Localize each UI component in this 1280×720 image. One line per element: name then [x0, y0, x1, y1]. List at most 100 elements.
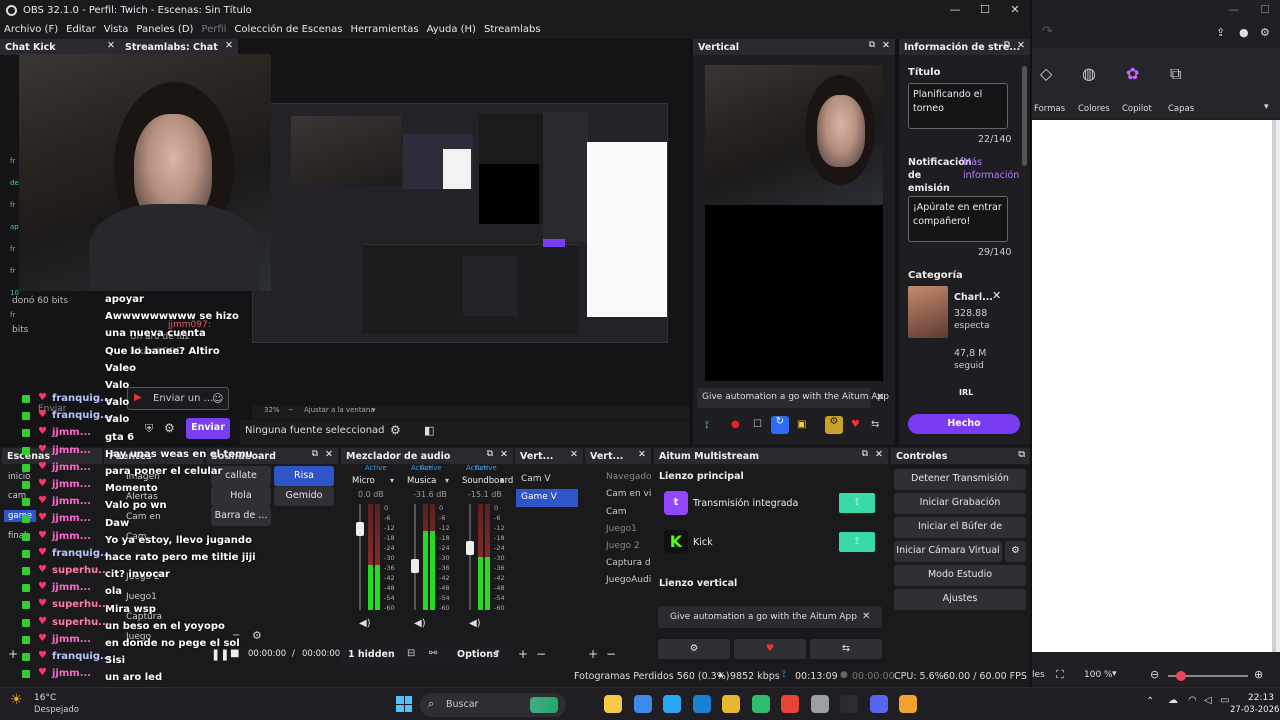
cloud-icon[interactable]: ☁	[1168, 695, 1178, 706]
record-icon[interactable]: ●	[731, 419, 740, 430]
done-button[interactable]: Hecho	[908, 414, 1020, 434]
chrome-alt-icon[interactable]	[899, 695, 917, 713]
fit-screen-icon[interactable]: ⛶	[1056, 668, 1064, 682]
obs-icon[interactable]	[840, 695, 858, 713]
chat-input[interactable]: ▶ Enviar un ... ☺	[127, 387, 229, 410]
close-icon[interactable]: ✕	[992, 289, 1001, 302]
menu-editar[interactable]: Editar	[62, 24, 100, 35]
chevron-down-icon[interactable]: ▾	[500, 476, 504, 485]
close-icon[interactable]: ✕	[1017, 40, 1025, 51]
files-icon[interactable]	[722, 695, 740, 713]
layers-icon[interactable]: ⧉	[1170, 64, 1181, 84]
link-icon[interactable]: ⚯	[429, 648, 437, 659]
shield-icon[interactable]: ⛨	[145, 422, 153, 436]
share-icon[interactable]: ⇪	[1216, 26, 1225, 39]
volume-slider-thumb[interactable]	[466, 541, 474, 555]
zoom-level[interactable]: 32%	[264, 406, 280, 414]
volume-slider-thumb[interactable]	[356, 522, 364, 536]
virtual-cam-icon[interactable]: ▣	[797, 419, 806, 430]
title-field[interactable]: Planificando el torneo	[908, 83, 1008, 129]
notification-field[interactable]: ¡Apúrate en entrar compañero!	[908, 196, 1008, 242]
menu-ayuda[interactable]: Ayuda (H)	[423, 24, 480, 35]
start-recording-button[interactable]: Iniciar Grabación	[894, 493, 1026, 514]
stream-toggle-button[interactable]: ⟟	[839, 493, 875, 513]
volume-slider[interactable]	[469, 504, 471, 610]
volume-icon[interactable]: ◁	[1204, 695, 1212, 706]
account-icon[interactable]: ●	[1239, 26, 1249, 39]
close-icon[interactable]: ✕	[862, 611, 870, 622]
menu-perfil[interactable]: Perfil	[197, 24, 230, 35]
wifi-icon[interactable]: ◠	[1188, 695, 1197, 706]
speaker-icon[interactable]: ◀)	[359, 618, 371, 629]
scrollbar[interactable]	[1272, 120, 1276, 652]
vert-scene-item[interactable]: Cam V	[521, 474, 551, 484]
windows-start-icon[interactable]	[396, 696, 412, 712]
fit-mode[interactable]: Ajustar a la ventana	[304, 406, 375, 414]
close-icon[interactable]: ✕	[882, 40, 890, 51]
sound-button[interactable]: Risa	[274, 466, 334, 486]
close-icon[interactable]: ✕	[875, 449, 883, 460]
zoom-minus-icon[interactable]: −	[288, 406, 294, 414]
chevron-down-icon[interactable]: ▾	[390, 476, 394, 485]
gear-icon[interactable]: ⚙	[390, 423, 401, 437]
heart-icon[interactable]: ♥	[851, 419, 860, 430]
chevron-down-icon[interactable]: ▾	[495, 648, 500, 658]
minus-icon[interactable]: −	[606, 647, 616, 661]
volume-slider-thumb[interactable]	[411, 559, 419, 573]
settings-button[interactable]: Ajustes	[894, 589, 1026, 610]
stop-icon[interactable]: ■	[230, 648, 239, 659]
arrow-icon[interactable]: ⇆	[871, 419, 879, 430]
chevron-down-icon[interactable]: ▾	[1112, 669, 1117, 679]
gear-icon[interactable]: ⚙	[1260, 26, 1270, 39]
gear-icon[interactable]: ⚙	[658, 639, 730, 659]
paint-canvas[interactable]	[1032, 120, 1272, 652]
sound-button[interactable]: Hola	[211, 486, 271, 506]
minus-icon[interactable]: −	[536, 647, 546, 661]
sound-button[interactable]: Barra de ...	[211, 506, 271, 526]
automation-banner[interactable]: Give automation a go with the Aitum App …	[658, 606, 882, 628]
close-icon[interactable]: ✕	[225, 40, 233, 51]
gear-icon[interactable]: ⚙	[252, 629, 262, 642]
gear-icon[interactable]: ⚙	[164, 421, 175, 435]
edge-icon[interactable]	[663, 695, 681, 713]
chrome-icon[interactable]	[781, 695, 799, 713]
stream-toggle-button[interactable]: ⟟	[839, 532, 875, 552]
automation-banner[interactable]: Give automation a go with the Aitum App	[697, 388, 889, 408]
swap-icon[interactable]: ⇆	[810, 639, 882, 659]
scene-item[interactable]: inicio	[8, 472, 30, 482]
studio-mode-button[interactable]: Modo Estudio	[894, 565, 1026, 586]
store-icon[interactable]	[633, 695, 652, 713]
pause-icon[interactable]: ☐	[753, 419, 762, 430]
colors-icon[interactable]: ◍	[1082, 64, 1096, 83]
sound-button[interactable]: Gemido	[274, 486, 334, 506]
layout-icon[interactable]: ⊟	[407, 648, 415, 659]
filter-icon[interactable]: ◧	[424, 424, 434, 437]
chevron-up-icon[interactable]: ⌃	[1146, 696, 1154, 707]
volume-slider[interactable]	[359, 504, 361, 610]
taskbar-search[interactable]: ⌕ Buscar	[420, 693, 566, 717]
menu-herramientas[interactable]: Herramientas	[346, 24, 422, 35]
zoom-slider-thumb[interactable]	[1176, 671, 1186, 681]
more-info-link[interactable]: Más información	[963, 156, 1019, 182]
close-icon[interactable]: ✕	[107, 40, 115, 51]
preview-canvas[interactable]	[252, 103, 668, 343]
zoom-out-icon[interactable]: ⊖	[1150, 668, 1159, 681]
redo-icon[interactable]: ↷	[1042, 24, 1053, 39]
weather-icon[interactable]: ☀	[10, 692, 23, 708]
vert-scene-item-active[interactable]: Game V	[516, 489, 578, 507]
menu-paneles[interactable]: Paneles (D)	[132, 24, 197, 35]
menu-streamlabs[interactable]: Streamlabs	[480, 24, 545, 35]
settings-icon[interactable]	[810, 695, 829, 713]
maximize-button[interactable]: ☐	[970, 0, 1000, 20]
menu-vista[interactable]: Vista	[100, 24, 133, 35]
close-icon[interactable]: ✕	[638, 449, 646, 460]
send-chat-button[interactable]: Enviar	[186, 418, 230, 439]
chevron-down-icon[interactable]: ▾	[372, 406, 376, 414]
menu-archivo[interactable]: Archivo (F)	[0, 24, 62, 35]
volume-slider[interactable]	[414, 504, 416, 610]
stream-icon[interactable]: ⟟	[705, 420, 709, 431]
chevron-down-icon[interactable]: ▾	[1264, 102, 1269, 112]
maximize-button[interactable]: ☐	[1260, 3, 1270, 16]
copilot-icon[interactable]: ✿	[1126, 64, 1139, 83]
emoji-icon[interactable]: ☺	[212, 392, 223, 405]
